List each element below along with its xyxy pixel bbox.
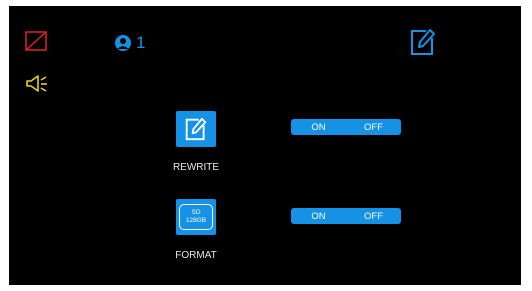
format-button[interactable]: SD 128GB	[176, 199, 216, 235]
format-off-option[interactable]: OFF	[346, 211, 401, 222]
sd-card-icon: SD 128GB	[179, 204, 213, 230]
speaker-icon	[26, 75, 47, 92]
rewrite-off-option[interactable]: OFF	[346, 122, 401, 133]
user-icon	[115, 35, 131, 51]
rewrite-on-option[interactable]: ON	[291, 122, 346, 133]
sd-card-capacity: 128GB	[185, 217, 207, 224]
rewrite-label: REWRITE	[172, 162, 220, 173]
user-count: 1	[136, 33, 146, 52]
format-on-option[interactable]: ON	[291, 211, 346, 222]
red-slash-box-icon	[25, 31, 47, 51]
device-screen: 1 REWRITE ON OFF SD 128GB FORMAT ON OFF	[9, 6, 521, 285]
edit-icon	[185, 117, 207, 141]
format-label: FORMAT	[175, 250, 217, 261]
sd-card-type: SD	[191, 209, 201, 216]
edit-icon[interactable]	[410, 28, 436, 56]
format-toggle[interactable]: ON OFF	[291, 208, 401, 224]
user-indicator: 1	[114, 34, 145, 52]
rewrite-button[interactable]	[176, 111, 216, 147]
rewrite-toggle[interactable]: ON OFF	[291, 119, 401, 135]
